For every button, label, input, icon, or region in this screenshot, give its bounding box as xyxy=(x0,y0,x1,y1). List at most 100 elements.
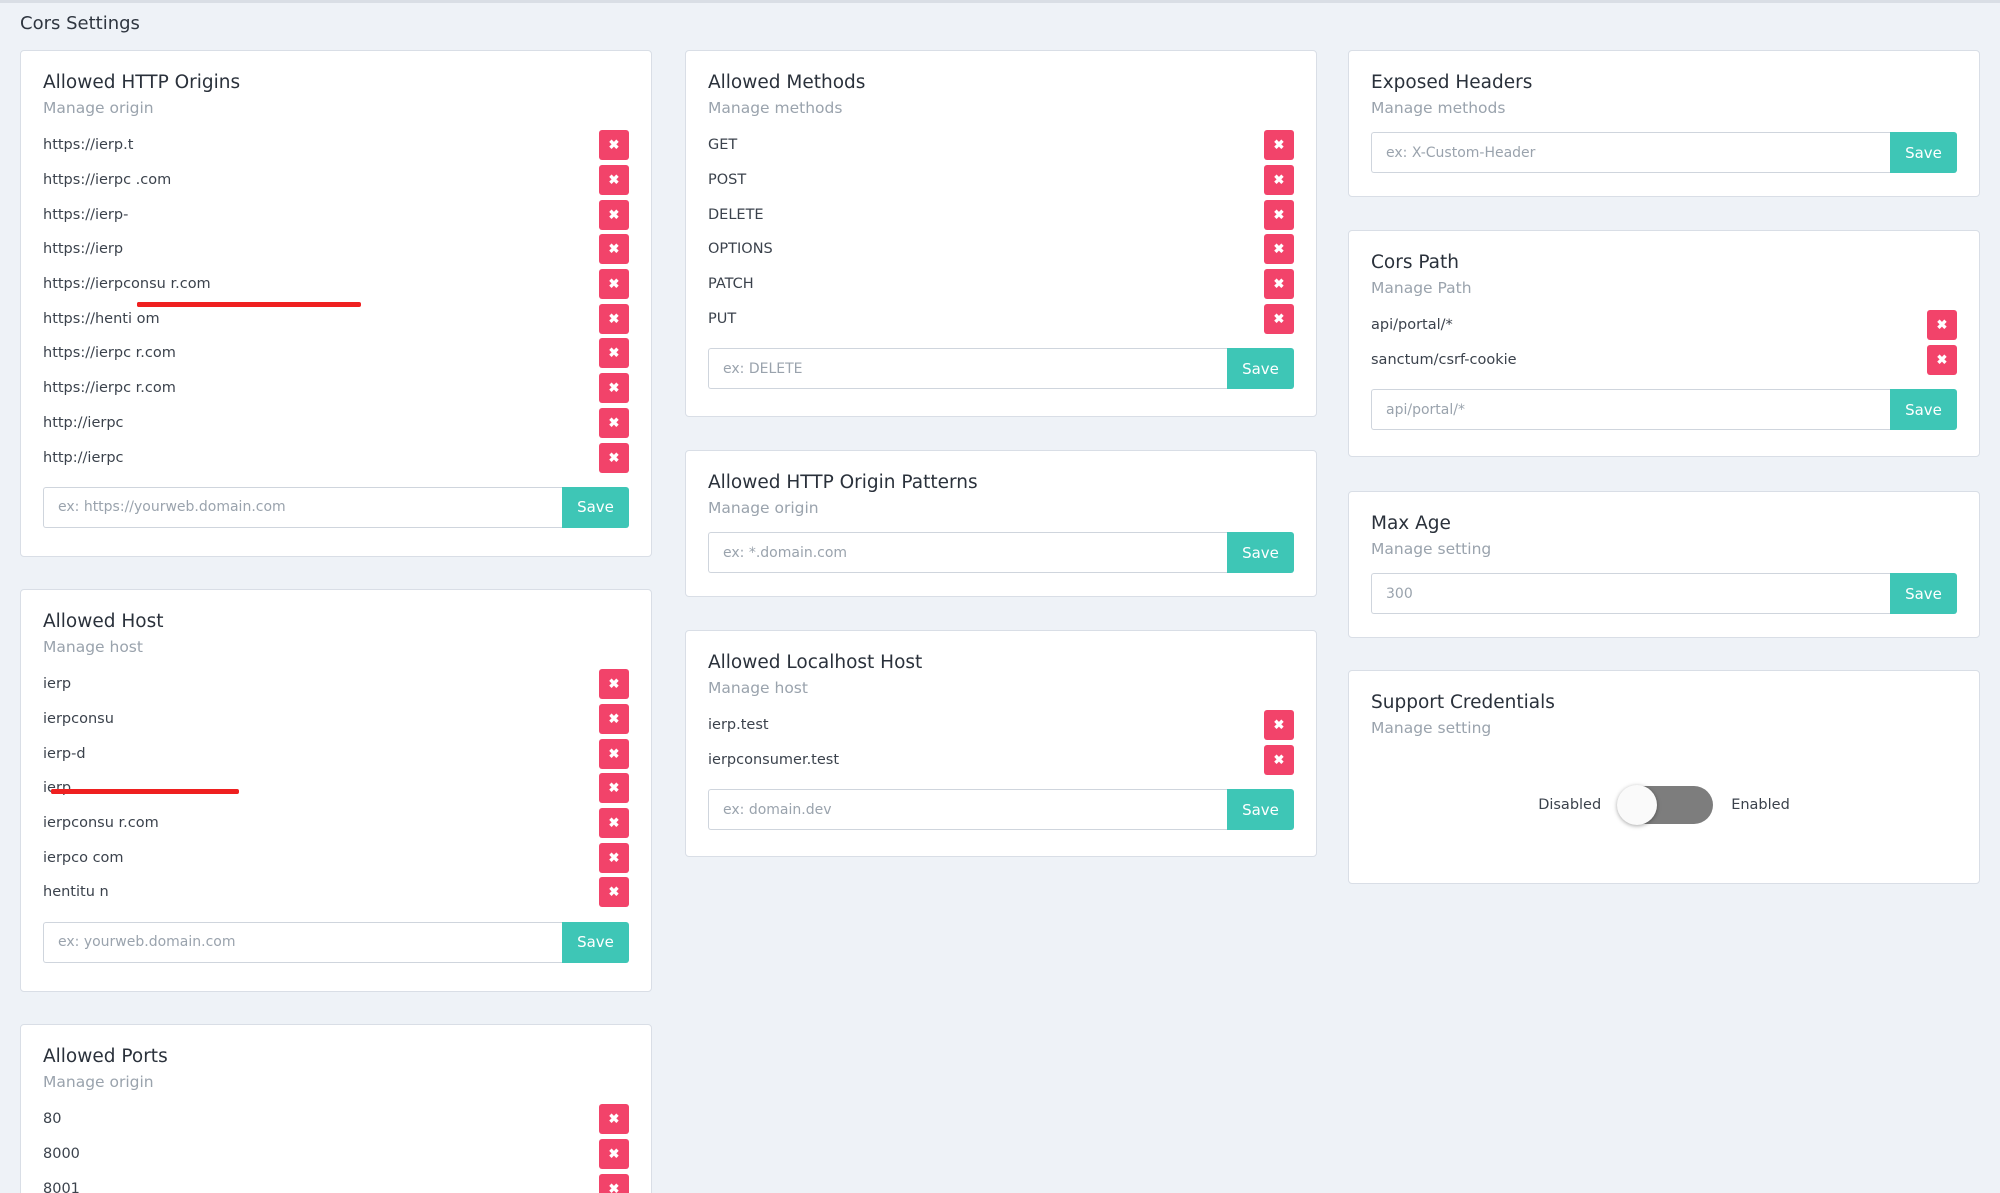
delete-button[interactable]: ✖ xyxy=(1927,345,1957,376)
method-input-group: Save xyxy=(708,348,1294,390)
delete-button[interactable]: ✖ xyxy=(599,1173,629,1193)
pattern-input-group: Save xyxy=(708,532,1294,573)
allowed-ports-card: Allowed Ports Manage origin 80 ✖ 8000 ✖ 80… xyxy=(20,1024,652,1193)
close-icon: ✖ xyxy=(608,414,620,430)
credentials-toggle[interactable] xyxy=(1617,785,1714,825)
close-icon: ✖ xyxy=(1273,241,1285,257)
close-icon: ✖ xyxy=(1273,310,1285,326)
delete-button[interactable]: ✖ xyxy=(1264,710,1294,741)
list-item: http://ierpc ✖ xyxy=(43,301,629,441)
card-title: Allowed Host xyxy=(43,611,164,632)
delete-button[interactable]: ✖ xyxy=(1264,745,1294,776)
close-icon: ✖ xyxy=(608,815,620,831)
pattern-input[interactable] xyxy=(708,532,1227,573)
list-item: 8000 ✖ xyxy=(43,1137,629,1172)
list-item: hentitu n ✖ xyxy=(43,788,629,910)
delete-button[interactable]: ✖ xyxy=(599,130,629,161)
delete-button[interactable]: ✖ xyxy=(599,808,629,839)
page-title: Cors Settings xyxy=(20,13,140,34)
delete-button[interactable]: ✖ xyxy=(1264,165,1294,196)
maxage-input-group: Save xyxy=(1371,573,1957,614)
list-item: https://ierp.t ✖ xyxy=(43,128,629,307)
save-button[interactable]: Save xyxy=(1227,789,1294,831)
card-subtitle: Manage setting xyxy=(1371,719,1492,737)
delete-button[interactable]: ✖ xyxy=(599,338,629,369)
redaction-mark xyxy=(137,301,283,307)
delete-button[interactable]: ✖ xyxy=(599,234,629,265)
list-item: ierpconsumer.test ✖ xyxy=(708,743,1294,778)
delete-button[interactable]: ✖ xyxy=(599,773,629,804)
save-button[interactable]: Save xyxy=(1227,532,1294,573)
localhost-input-group: Save xyxy=(708,789,1294,831)
list-item: https://henti om ✖ xyxy=(43,301,629,336)
delete-button[interactable]: ✖ xyxy=(1264,199,1294,230)
save-button[interactable]: Save xyxy=(1890,573,1957,614)
list-item: https://ierpc r.com ✖ xyxy=(43,301,629,406)
close-icon: ✖ xyxy=(1273,276,1285,292)
card-title: Support Credentials xyxy=(1371,692,1555,713)
close-icon: ✖ xyxy=(1936,317,1948,333)
item-text: 8000 xyxy=(43,1146,80,1163)
close-icon: ✖ xyxy=(608,780,620,796)
save-button[interactable]: Save xyxy=(1890,389,1957,431)
delete-button[interactable]: ✖ xyxy=(599,877,629,908)
delete-button[interactable]: ✖ xyxy=(1264,303,1294,334)
path-input[interactable] xyxy=(1371,389,1890,431)
delete-button[interactable]: ✖ xyxy=(599,199,629,230)
item-text: hentitu n xyxy=(43,884,109,901)
item-text: https://ierpconsu r.com xyxy=(43,276,211,293)
list-item: https://ierp- ✖ xyxy=(43,197,629,307)
delete-button[interactable]: ✖ xyxy=(1927,310,1957,341)
item-text: ierpconsu r.com xyxy=(43,815,159,832)
delete-button[interactable]: ✖ xyxy=(1264,234,1294,265)
delete-button[interactable]: ✖ xyxy=(599,704,629,735)
delete-button[interactable]: ✖ xyxy=(1264,130,1294,161)
delete-button[interactable]: ✖ xyxy=(599,669,629,700)
list-item: POST ✖ xyxy=(708,163,1294,198)
item-text: ierp xyxy=(43,676,72,693)
close-icon: ✖ xyxy=(608,745,620,761)
delete-button[interactable]: ✖ xyxy=(599,738,629,769)
save-button[interactable]: Save xyxy=(562,486,629,528)
item-text: PUT xyxy=(708,310,737,327)
close-icon: ✖ xyxy=(608,1146,620,1162)
item-text: ierpconsu xyxy=(43,711,114,728)
save-button[interactable]: Save xyxy=(1890,132,1957,173)
allowed-origins-card: Allowed HTTP Origins Manage origin https… xyxy=(20,50,652,557)
list-item: https://ierpc r.com ✖ xyxy=(43,301,629,371)
exposed-input-group: Save xyxy=(1371,132,1957,173)
save-button[interactable]: Save xyxy=(1227,348,1294,390)
delete-button[interactable]: ✖ xyxy=(599,407,629,438)
delete-button[interactable]: ✖ xyxy=(599,1104,629,1135)
delete-button[interactable]: ✖ xyxy=(599,373,629,404)
item-text: 8001 xyxy=(43,1180,80,1193)
list-item: ierp-d ✖ xyxy=(43,736,629,794)
list-item: GET ✖ xyxy=(708,128,1294,163)
close-icon: ✖ xyxy=(608,380,620,396)
delete-button[interactable]: ✖ xyxy=(599,269,629,300)
max-age-input[interactable] xyxy=(1371,573,1890,614)
delete-button[interactable]: ✖ xyxy=(599,442,629,473)
card-subtitle: Manage setting xyxy=(1371,540,1492,558)
item-text: https://henti om xyxy=(43,310,160,327)
close-icon: ✖ xyxy=(608,849,620,865)
localhost-host-card: Allowed Localhost Host Manage host ierp.… xyxy=(685,630,1317,857)
exposed-header-input[interactable] xyxy=(1371,132,1890,173)
delete-button[interactable]: ✖ xyxy=(599,1139,629,1170)
close-icon: ✖ xyxy=(1273,172,1285,188)
host-input[interactable] xyxy=(43,921,562,963)
card-title: Allowed Ports xyxy=(43,1046,168,1067)
delete-button[interactable]: ✖ xyxy=(1264,269,1294,300)
delete-button[interactable]: ✖ xyxy=(599,842,629,873)
item-text: http://ierpc xyxy=(43,414,124,431)
localhost-input[interactable] xyxy=(708,789,1227,831)
method-input[interactable] xyxy=(708,348,1227,390)
delete-button[interactable]: ✖ xyxy=(599,303,629,334)
item-text: ierpco com xyxy=(43,849,124,866)
delete-button[interactable]: ✖ xyxy=(599,165,629,196)
card-subtitle: Manage origin xyxy=(43,99,154,117)
origin-input[interactable] xyxy=(43,486,562,528)
disabled-label: Disabled xyxy=(1538,797,1602,813)
close-icon: ✖ xyxy=(608,172,620,188)
save-button[interactable]: Save xyxy=(562,921,629,963)
